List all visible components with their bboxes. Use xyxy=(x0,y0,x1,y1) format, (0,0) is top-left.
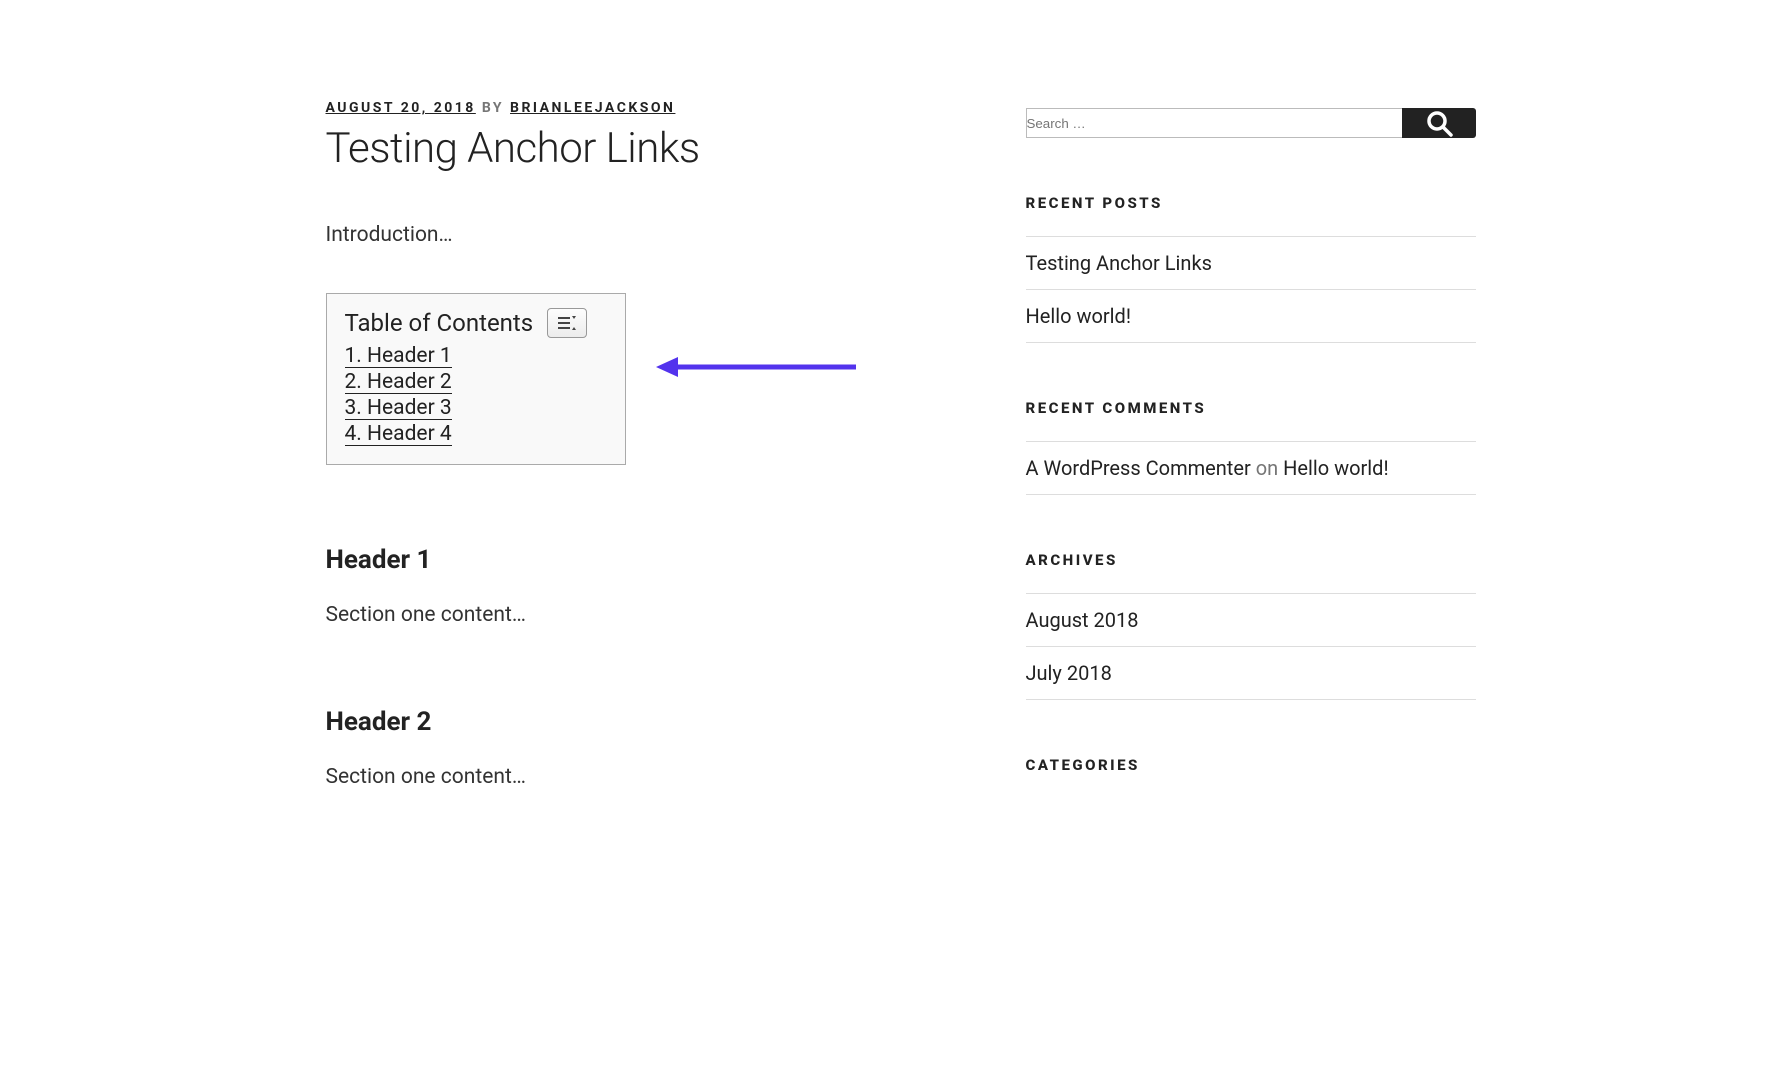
widget-archives: ARCHIVES August 2018 July 2018 xyxy=(1026,551,1476,700)
post-author-link[interactable]: BRIANLEEJACKSON xyxy=(510,100,675,116)
recent-posts-list: Testing Anchor Links Hello world! xyxy=(1026,236,1476,343)
list-item: July 2018 xyxy=(1026,647,1476,700)
post-date-link[interactable]: AUGUST 20, 2018 xyxy=(326,100,476,116)
recent-post-link[interactable]: Testing Anchor Links xyxy=(1026,251,1212,275)
list-item: Hello world! xyxy=(1026,290,1476,343)
widget-recent-comments: RECENT COMMENTS A WordPress Commenter on… xyxy=(1026,399,1476,495)
search-form xyxy=(1026,108,1476,138)
search-button[interactable] xyxy=(1402,108,1476,138)
search-input[interactable] xyxy=(1026,108,1403,138)
archive-link[interactable]: July 2018 xyxy=(1026,661,1112,685)
widget-title: ARCHIVES xyxy=(1026,551,1476,569)
list-item: August 2018 xyxy=(1026,594,1476,647)
post-main: AUGUST 20, 2018 BY BRIANLEEJACKSON Testi… xyxy=(326,100,946,830)
archive-link[interactable]: August 2018 xyxy=(1026,608,1139,632)
recent-comments-list: A WordPress Commenter on Hello world! xyxy=(1026,441,1476,495)
toc-toggle-button[interactable] xyxy=(547,308,587,338)
toc-link[interactable]: 1. Header 1 xyxy=(345,344,452,368)
post-intro: Introduction… xyxy=(326,223,946,247)
toc-link[interactable]: 4. Header 4 xyxy=(345,422,452,446)
post-meta: AUGUST 20, 2018 BY BRIANLEEJACKSON xyxy=(326,100,946,116)
toc-item: 1. Header 1 xyxy=(345,344,607,368)
comment-on-label: on xyxy=(1256,456,1278,480)
section-body-1: Section one content… xyxy=(326,603,946,627)
widget-title: CATEGORIES xyxy=(1026,756,1476,774)
toc-item: 4. Header 4 xyxy=(345,422,607,446)
section-heading-2: Header 2 xyxy=(326,707,946,737)
archives-list: August 2018 July 2018 xyxy=(1026,593,1476,700)
toc-link[interactable]: 3. Header 3 xyxy=(345,396,452,420)
widget-title: RECENT POSTS xyxy=(1026,194,1476,212)
section-body-2: Section one content… xyxy=(326,765,946,789)
toc-item: 2. Header 2 xyxy=(345,370,607,394)
post-title: Testing Anchor Links xyxy=(326,124,946,173)
comment-post-link[interactable]: Hello world! xyxy=(1283,456,1388,480)
toc-item: 3. Header 3 xyxy=(345,396,607,420)
toc-list: 1. Header 1 2. Header 2 3. Header 3 4. H… xyxy=(345,344,607,446)
list-item: A WordPress Commenter on Hello world! xyxy=(1026,442,1476,495)
section-heading-1: Header 1 xyxy=(326,545,946,575)
toc-link[interactable]: 2. Header 2 xyxy=(345,370,452,394)
widget-title: RECENT COMMENTS xyxy=(1026,399,1476,417)
comment-author-link[interactable]: A WordPress Commenter xyxy=(1026,456,1251,480)
widget-categories: CATEGORIES xyxy=(1026,756,1476,774)
recent-post-link[interactable]: Hello world! xyxy=(1026,304,1131,328)
widget-recent-posts: RECENT POSTS Testing Anchor Links Hello … xyxy=(1026,194,1476,343)
table-of-contents: Table of Contents 1. Header 1 2. Header … xyxy=(326,293,626,465)
search-icon xyxy=(1424,108,1454,138)
toc-toggle-icon xyxy=(558,316,576,330)
toc-title: Table of Contents xyxy=(345,309,534,337)
list-item: Testing Anchor Links xyxy=(1026,237,1476,290)
sidebar: RECENT POSTS Testing Anchor Links Hello … xyxy=(1026,100,1476,830)
by-label: BY xyxy=(482,100,504,116)
annotation-arrow-icon xyxy=(656,353,856,381)
